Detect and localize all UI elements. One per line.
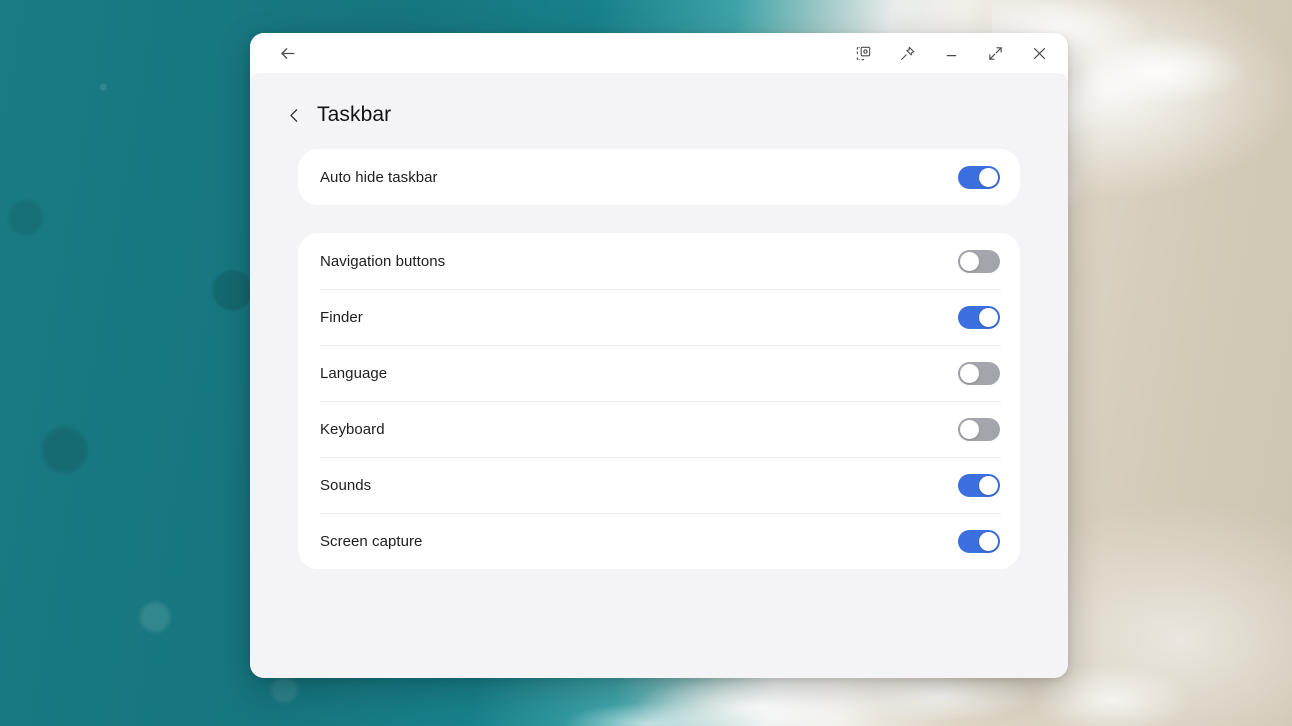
maximize-icon	[988, 46, 1002, 60]
arrow-left-icon	[280, 47, 294, 59]
toggle-sounds[interactable]	[958, 473, 1000, 497]
setting-label: Auto hide taskbar	[320, 168, 438, 186]
close-icon	[1033, 47, 1045, 59]
setting-label: Language	[320, 364, 388, 382]
back-chevron-button[interactable]	[286, 107, 303, 124]
setting-row-screen-capture[interactable]: Screen capture	[298, 513, 1020, 569]
setting-label: Keyboard	[320, 420, 385, 438]
toggle-knob	[979, 475, 998, 495]
maximize-button[interactable]	[980, 38, 1010, 68]
toggle-knob	[979, 531, 998, 551]
toggle-knob	[960, 419, 979, 439]
toggle-knob	[979, 307, 998, 327]
toggle-finder[interactable]	[958, 305, 1000, 329]
page-title: Taskbar	[317, 103, 392, 126]
close-button[interactable]	[1024, 38, 1054, 68]
minimize-button[interactable]	[936, 38, 966, 68]
minimize-icon	[946, 54, 956, 56]
settings-content: Taskbar Auto hide taskbar Navigation but…	[250, 73, 1068, 678]
pin-window-button[interactable]	[892, 38, 922, 68]
setting-label: Screen capture	[320, 532, 423, 550]
back-arrow-button[interactable]	[272, 38, 302, 68]
settings-window: Taskbar Auto hide taskbar Navigation but…	[250, 33, 1068, 678]
setting-row-keyboard[interactable]: Keyboard	[298, 401, 1020, 457]
chevron-left-icon	[290, 108, 298, 122]
setting-row-language[interactable]: Language	[298, 345, 1020, 401]
setting-row-sounds[interactable]: Sounds	[298, 457, 1020, 513]
setting-row-navigation-buttons[interactable]: Navigation buttons	[298, 233, 1020, 289]
toggle-knob	[979, 167, 998, 187]
toggle-knob	[960, 251, 979, 271]
toggle-screen-capture[interactable]	[958, 529, 1000, 553]
window-titlebar	[250, 33, 1068, 73]
setting-label: Navigation buttons	[320, 252, 446, 270]
toggle-knob	[960, 363, 979, 383]
setting-label: Sounds	[320, 476, 372, 494]
auto-hide-card: Auto hide taskbar	[298, 149, 1020, 205]
screen-snip-button[interactable]	[848, 38, 878, 68]
toggle-keyboard[interactable]	[958, 417, 1000, 441]
toggle-navigation-buttons[interactable]	[958, 249, 1000, 273]
toggle-language[interactable]	[958, 361, 1000, 385]
setting-row-finder[interactable]: Finder	[298, 289, 1020, 345]
titlebar-left-group	[272, 38, 302, 68]
toggle-auto-hide-taskbar[interactable]	[958, 165, 1000, 189]
taskbar-items-card: Navigation buttons Finder Language Keybo…	[298, 233, 1020, 569]
page-header: Taskbar	[250, 73, 1068, 149]
window-controls	[848, 38, 1054, 68]
pin-icon	[900, 46, 914, 60]
screen-snip-icon	[856, 46, 870, 60]
setting-row-auto-hide-taskbar[interactable]: Auto hide taskbar	[298, 149, 1020, 205]
setting-label: Finder	[320, 308, 363, 326]
